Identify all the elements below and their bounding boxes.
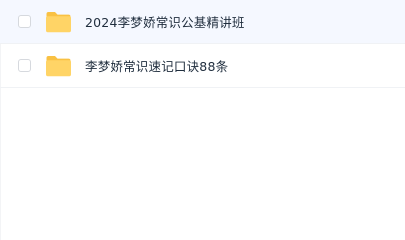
row-checkbox[interactable] xyxy=(18,15,31,28)
row-checkbox[interactable] xyxy=(18,59,31,72)
file-name[interactable]: 李梦娇常识速记口诀88条 xyxy=(85,56,228,75)
file-name[interactable]: 2024李梦娇常识公基精讲班 xyxy=(85,12,245,31)
folder-icon xyxy=(46,11,71,32)
file-list: 2024李梦娇常识公基精讲班 李梦娇常识速记口诀88条 xyxy=(0,0,405,240)
folder-icon xyxy=(46,55,71,76)
list-item[interactable]: 李梦娇常识速记口诀88条 xyxy=(0,44,405,88)
list-item[interactable]: 2024李梦娇常识公基精讲班 xyxy=(0,0,405,44)
